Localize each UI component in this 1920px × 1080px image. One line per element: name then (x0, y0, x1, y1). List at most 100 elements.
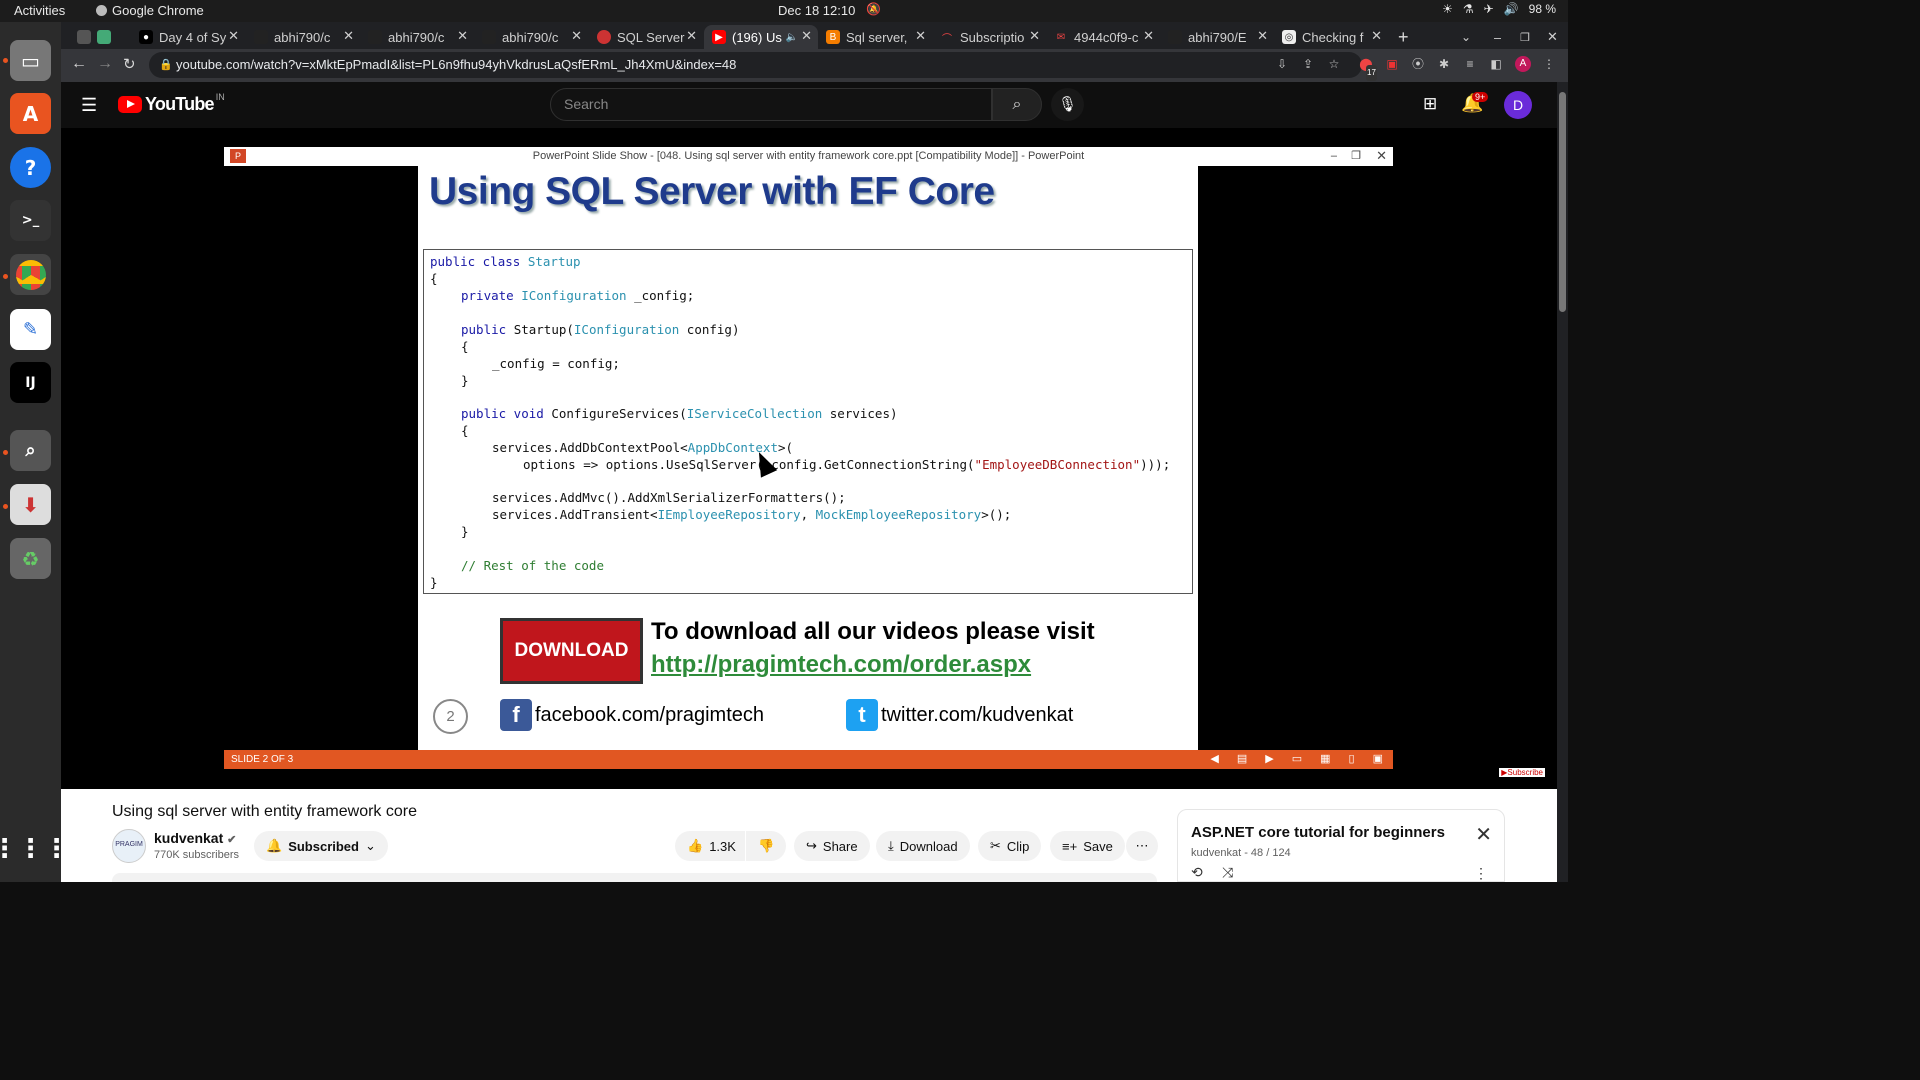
tab[interactable]: SQL Server ✕ (597, 25, 697, 49)
github-icon (368, 30, 382, 44)
share-button[interactable]: ↪ Share (794, 831, 870, 861)
new-tab-button[interactable]: + (1398, 25, 1409, 49)
tab-strip: ● Day 4 of Sy ✕ abhi790/c ✕ abhi790/c ✕ abhi… (61, 22, 1568, 49)
like-button[interactable]: 👍 1.3K (675, 831, 745, 861)
lock-icon[interactable]: 🔒 (159, 52, 173, 78)
system-tray[interactable]: ☀ ⚗ ✈ 🔊 98 % (1442, 2, 1556, 16)
downloader-icon[interactable]: ⬇ (10, 484, 51, 525)
close-playlist-icon[interactable]: ✕ (1475, 822, 1492, 847)
terminal-icon[interactable]: >_ (10, 200, 51, 241)
close-tab-icon[interactable]: ✕ (343, 28, 354, 44)
channel-name[interactable]: kudvenkat ✔ (154, 830, 236, 846)
close-tab-icon[interactable]: ✕ (457, 28, 468, 44)
search-input[interactable]: Search (550, 88, 992, 121)
dock: ▭ A ? >_ ✎ IJ ⌕ ⬇ ♻ ⋮⋮⋮ (0, 22, 70, 882)
close-tab-icon[interactable]: ✕ (686, 28, 697, 44)
tab-search-icon[interactable]: ⌄ (1461, 25, 1471, 49)
clip-button[interactable]: ✂ Clip (978, 831, 1042, 861)
restore-icon[interactable]: ❐ (1520, 25, 1530, 49)
save-button[interactable]: ≡+ Save (1050, 831, 1125, 861)
media-control-icon[interactable]: ≡ (1462, 56, 1478, 72)
tab[interactable]: ⌒ Subscriptio ✕ (940, 25, 1040, 49)
thumbs-up-icon: 👍 (687, 838, 704, 853)
intellij-icon[interactable]: IJ (10, 362, 51, 403)
more-actions-button[interactable]: ⋯ (1126, 831, 1158, 861)
subscribe-watermark-icon[interactable]: ▶Subscribe (1499, 768, 1545, 777)
close-tab-icon[interactable]: ✕ (915, 28, 926, 44)
slideshow-view-icon: ▣ (1372, 753, 1383, 765)
back-icon[interactable]: ← (71, 55, 87, 73)
install-icon[interactable]: ⇩ (1274, 56, 1290, 72)
loop-icon[interactable]: ⟲ (1191, 864, 1203, 881)
tab-label: Subscriptio (960, 29, 1025, 45)
screenshot-icon[interactable]: ⌕ (10, 430, 51, 471)
share-icon[interactable]: ⇪ (1300, 56, 1316, 72)
tab[interactable]: abhi790/E ✕ (1168, 25, 1268, 49)
tab[interactable]: abhi790/c ✕ (482, 25, 582, 49)
extension-icon[interactable]: ⬤ 17 (1358, 56, 1377, 81)
hamburger-menu-icon[interactable]: ☰ (81, 95, 97, 116)
extension-icon[interactable]: ▣ (1384, 56, 1400, 72)
shuffle-icon[interactable]: ⤨ (1222, 864, 1233, 881)
close-tab-icon[interactable]: ✕ (1029, 28, 1040, 44)
activities-button[interactable]: Activities (14, 3, 65, 18)
blogger-icon: B (826, 30, 840, 44)
tab[interactable]: B Sql server, ✕ (826, 25, 926, 49)
sql-server-icon (597, 30, 611, 44)
close-tab-icon[interactable]: ✕ (801, 28, 812, 44)
tab[interactable]: ● Day 4 of Sy ✕ (139, 25, 239, 49)
chrome-dock-icon[interactable] (10, 254, 51, 295)
close-tab-icon[interactable]: ✕ (228, 28, 239, 44)
text-editor-icon[interactable]: ✎ (10, 309, 51, 350)
minimize-icon[interactable]: – (1494, 25, 1501, 49)
tab-label: Checking f (1302, 29, 1364, 45)
tab[interactable] (77, 25, 123, 49)
reading-view-icon: ▯ (1348, 753, 1355, 765)
tab[interactable]: ✉ 4944c0f9-c ✕ (1054, 25, 1154, 49)
create-video-icon[interactable]: ⊞ (1423, 94, 1437, 114)
description-box[interactable] (112, 873, 1157, 882)
profile-avatar[interactable]: A (1515, 56, 1531, 72)
close-tab-icon[interactable]: ✕ (1143, 28, 1154, 44)
close-tab-icon[interactable]: ✕ (1257, 28, 1268, 44)
audio-playing-icon[interactable]: 🔈 (786, 32, 798, 43)
subscribed-button[interactable]: 🔔 Subscribed ⌄ (254, 831, 388, 861)
show-apps-icon[interactable]: ⋮⋮⋮ (0, 828, 70, 869)
reload-icon[interactable]: ↻ (123, 55, 136, 73)
running-indicator (3, 58, 8, 63)
chrome-menu-icon[interactable]: ⋮ (1541, 56, 1557, 72)
app-menu[interactable]: Google Chrome (96, 3, 204, 18)
search-button[interactable]: ⌕ (992, 88, 1042, 121)
video-player[interactable]: P PowerPoint Slide Show - [048. Using sq… (61, 128, 1557, 789)
tab[interactable]: abhi790/c ✕ (368, 25, 468, 49)
bookmark-star-icon[interactable]: ☆ (1326, 56, 1342, 72)
tab-site-icon: ✉ (1056, 31, 1066, 43)
youtube-logo[interactable]: YouTube IN (118, 92, 225, 115)
scrollbar-thumb[interactable] (1559, 92, 1566, 312)
playlist-title[interactable]: ASP.NET core tutorial for beginners (1191, 824, 1445, 841)
download-button[interactable]: ⤓ Download (876, 831, 970, 861)
address-bar[interactable]: 🔒 youtube.com/watch?v=xMktEpPmadI&list=P… (149, 52, 1362, 78)
extensions-puzzle-icon[interactable]: ✱ (1436, 56, 1452, 72)
clock[interactable]: Dec 18 12:10 (778, 3, 855, 18)
close-tab-icon[interactable]: ✕ (1371, 28, 1382, 44)
playlist-more-icon[interactable]: ⋮ (1474, 865, 1488, 882)
voice-search-button[interactable]: 🎙 (1051, 88, 1084, 121)
tab-active[interactable]: ▶ (196) Us 🔈 ✕ (704, 25, 818, 49)
side-panel-icon[interactable]: ◧ (1488, 56, 1504, 72)
help-icon[interactable]: ? (10, 147, 51, 188)
forward-icon[interactable]: → (97, 55, 113, 73)
files-icon[interactable]: ▭ (10, 40, 51, 81)
trash-icon[interactable]: ♻ (10, 538, 51, 579)
software-center-icon[interactable]: A (10, 93, 51, 134)
close-window-icon[interactable]: ✕ (1547, 25, 1558, 49)
account-avatar[interactable]: D (1504, 91, 1532, 119)
channel-avatar[interactable]: PRAGIM (112, 829, 146, 863)
tab[interactable]: ◎ Checking f ✕ (1282, 25, 1382, 49)
page-scrollbar[interactable] (1557, 82, 1568, 882)
code-line: { (461, 423, 469, 438)
extension-icon[interactable]: ⦿ (1410, 56, 1426, 72)
close-tab-icon[interactable]: ✕ (571, 28, 582, 44)
dislike-button[interactable]: 👎 (746, 831, 786, 861)
tab[interactable]: abhi790/c ✕ (254, 25, 354, 49)
